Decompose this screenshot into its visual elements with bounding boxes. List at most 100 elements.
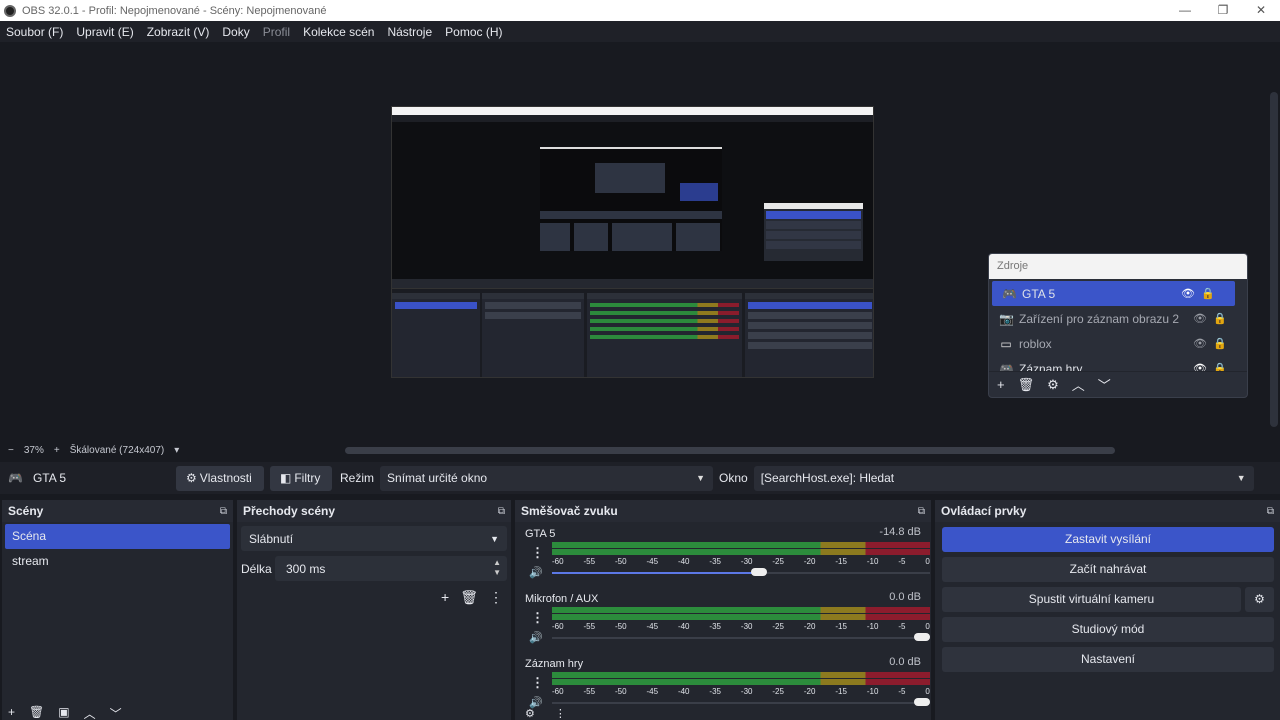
remove-source-button[interactable]: 🗑: [1018, 377, 1035, 393]
menu-docks[interactable]: Doky: [222, 25, 249, 39]
window-select[interactable]: [SearchHost.exe]: Hledat ▼: [753, 465, 1254, 491]
start-virtual-camera-button[interactable]: Spustit virtuální kameru: [942, 587, 1241, 612]
meter-scale-label: -10: [866, 557, 879, 566]
remove-scene-button[interactable]: 🗑: [29, 705, 44, 720]
transition-select[interactable]: Slábnutí ▼: [241, 526, 507, 551]
volume-slider[interactable]: [552, 568, 930, 576]
mixer-channel: GTA 5 -14.8 dB ⋮ -60 -55 -50 -45 -40 -35 -30 -25 -2…: [515, 522, 931, 587]
start-recording-button[interactable]: Začít nahrávat: [942, 557, 1274, 582]
meter-scale-label: -15: [835, 687, 847, 696]
preview-canvas[interactable]: [391, 106, 874, 378]
properties-button[interactable]: ⚙ Vlastnosti: [176, 465, 264, 491]
preview-horizontal-scrollbar[interactable]: [345, 447, 1115, 454]
scene-item-stream[interactable]: stream: [5, 549, 230, 574]
speaker-icon[interactable]: 🔊: [529, 566, 543, 579]
meter-scale-label: -60: [552, 687, 564, 696]
duration-input[interactable]: 300 ms ▲ ▼: [275, 556, 507, 581]
volume-slider-handle[interactable]: [914, 633, 930, 641]
zoom-bar: − 37% + Škálované (724x407) ▾: [0, 442, 1280, 458]
scene-filters-button[interactable]: ▣: [58, 705, 69, 720]
meter-scale-label: -25: [772, 622, 784, 631]
zoom-in-button[interactable]: +: [54, 445, 60, 456]
mixer-menu-button[interactable]: ⋮: [555, 707, 566, 720]
add-source-button[interactable]: +: [997, 377, 1005, 392]
channel-menu-button[interactable]: ⋮: [531, 610, 544, 626]
eye-icon[interactable]: 👁: [1193, 362, 1207, 371]
scale-mode-dropdown[interactable]: ▾: [174, 445, 179, 456]
volume-slider[interactable]: [552, 698, 930, 706]
source-item-gta5[interactable]: 🎮 GTA 5 👁 🔒: [992, 281, 1235, 306]
lock-icon[interactable]: 🔒: [1213, 312, 1227, 325]
menu-scene-collection[interactable]: Kolekce scén: [303, 25, 374, 39]
stop-streaming-button[interactable]: Zastavit vysílání: [942, 527, 1274, 552]
source-item-game-capture[interactable]: 🎮 Záznam hry 👁 🔒: [989, 356, 1247, 372]
sources-dock-title[interactable]: Zdroje: [989, 254, 1247, 279]
move-scene-up-button[interactable]: ︿: [84, 705, 96, 720]
menu-tools[interactable]: Nástroje: [387, 25, 432, 39]
close-button[interactable]: ✕: [1242, 0, 1280, 21]
meter-scale-label: -40: [677, 687, 690, 696]
move-source-down-button[interactable]: ﹀: [1098, 375, 1111, 394]
source-item-roblox[interactable]: ▭ roblox 👁 🔒: [989, 331, 1247, 356]
meter-scale-label: -20: [803, 557, 816, 566]
meter-scale-label: -30: [740, 622, 753, 631]
mixer-title: Směšovač zvuku: [521, 504, 618, 518]
settings-button[interactable]: Nastavení: [942, 647, 1274, 672]
remove-transition-button[interactable]: 🗑: [460, 589, 478, 606]
filters-button[interactable]: ◧ Filtry: [270, 465, 332, 491]
move-source-up-button[interactable]: ︿: [1072, 375, 1085, 394]
scene-item-scena[interactable]: Scéna: [5, 524, 230, 549]
chevron-down-icon: ▼: [1236, 472, 1246, 483]
meter-scale-label: -50: [614, 687, 627, 696]
source-item-capture-device[interactable]: 📷 Zařízení pro záznam obrazu 2 👁 🔒: [989, 306, 1247, 331]
mixer-settings-button[interactable]: ⚙: [525, 707, 535, 720]
nested-sources-dock: [764, 203, 863, 261]
window-label: Okno: [719, 471, 748, 485]
eye-hidden-icon[interactable]: 👁: [1193, 312, 1207, 325]
popout-icon[interactable]: ⧉: [918, 506, 925, 517]
meter-scale-label: -10: [866, 622, 879, 631]
volume-slider-handle[interactable]: [751, 568, 767, 576]
eye-hidden-icon[interactable]: 👁: [1193, 337, 1207, 350]
mode-select[interactable]: Snímat určité okno ▼: [380, 465, 714, 491]
popout-icon[interactable]: ⧉: [220, 506, 227, 517]
duration-value: 300 ms: [286, 561, 326, 576]
volume-slider-handle[interactable]: [914, 698, 930, 706]
menu-help[interactable]: Pomoc (H): [445, 25, 502, 39]
channel-menu-button[interactable]: ⋮: [531, 545, 544, 561]
transitions-dock-header: Přechody scény ⧉: [237, 500, 511, 522]
eye-icon[interactable]: 👁: [1181, 287, 1195, 300]
menu-edit[interactable]: Upravit (E): [76, 25, 133, 39]
meter-scale-label: -25: [772, 687, 784, 696]
spin-arrows-icon[interactable]: ▲ ▼: [493, 558, 501, 578]
maximize-button[interactable]: ❐: [1204, 0, 1242, 21]
scale-mode: Škálované (724x407): [69, 444, 165, 456]
menu-view[interactable]: Zobrazit (V): [147, 25, 210, 39]
meter-scale-label: -55: [583, 687, 596, 696]
studio-mode-button[interactable]: Studiový mód: [942, 617, 1274, 642]
menu-profile[interactable]: Profil: [263, 25, 290, 39]
meter-scale-label: -20: [803, 687, 816, 696]
volume-slider[interactable]: [552, 633, 930, 641]
source-properties-button[interactable]: ⚙: [1047, 377, 1059, 393]
zoom-out-button[interactable]: −: [8, 445, 14, 456]
speaker-icon[interactable]: 🔊: [529, 631, 543, 644]
scenes-toolbar: + 🗑 ▣ ︿ ﹀: [8, 705, 122, 720]
add-scene-button[interactable]: +: [8, 705, 15, 720]
menu-file[interactable]: Soubor (F): [6, 25, 63, 39]
channel-menu-button[interactable]: ⋮: [531, 675, 544, 691]
lock-icon[interactable]: 🔒: [1213, 337, 1227, 350]
preview-vertical-scrollbar[interactable]: [1270, 92, 1278, 427]
transition-menu-button[interactable]: ⋮: [489, 589, 503, 606]
popout-icon[interactable]: ⧉: [498, 506, 505, 517]
popout-icon[interactable]: ⧉: [1267, 506, 1274, 517]
move-scene-down-button[interactable]: ﹀: [110, 705, 122, 720]
lock-icon[interactable]: 🔒: [1213, 362, 1227, 371]
add-transition-button[interactable]: +: [441, 589, 449, 606]
meter-scale-label: -5: [898, 557, 906, 566]
lock-icon[interactable]: 🔒: [1201, 287, 1215, 300]
meter-scale-label: -35: [709, 622, 721, 631]
minimize-button[interactable]: —: [1166, 0, 1204, 21]
properties-label: Vlastnosti: [199, 471, 252, 485]
virtual-camera-settings-gear-icon[interactable]: ⚙: [1245, 587, 1274, 612]
